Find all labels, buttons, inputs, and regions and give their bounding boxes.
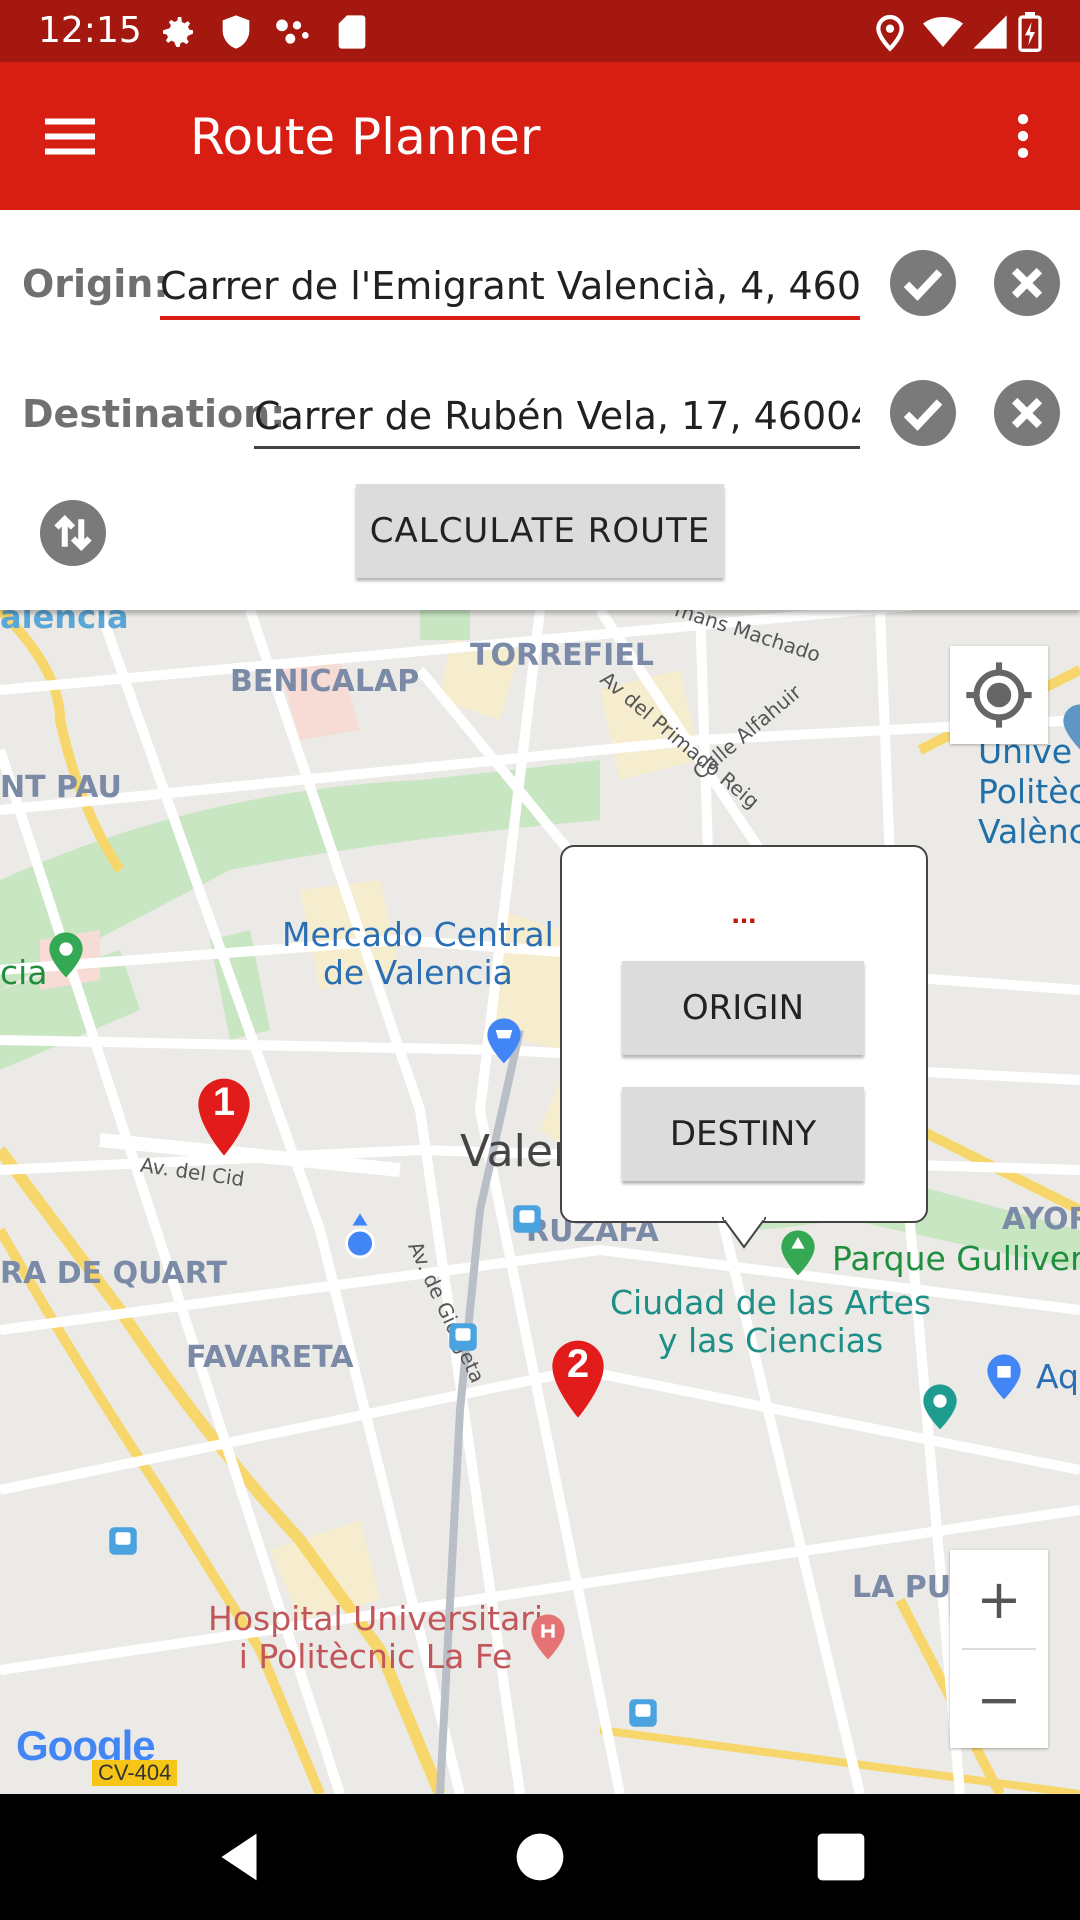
- marker-choice-popup: ... ORIGIN DESTINY: [560, 845, 928, 1223]
- swap-vert-icon: [54, 514, 92, 552]
- wifi-icon: [923, 17, 963, 47]
- park-icon: [49, 932, 83, 978]
- back-icon[interactable]: [204, 1822, 274, 1892]
- route-marker-origin[interactable]: 1: [196, 1074, 252, 1158]
- district-nt-pau: NT PAU: [0, 770, 122, 805]
- train-station-icon: [513, 1205, 541, 1233]
- district-ayor: AYOR: [1002, 1202, 1080, 1237]
- shield-icon: [222, 15, 250, 49]
- zoom-out-button[interactable]: −: [950, 1650, 1048, 1748]
- destination-label: Destination:: [22, 392, 286, 436]
- route-marker-destination[interactable]: 2: [550, 1336, 606, 1420]
- district-favareta: FAVARETA: [186, 1340, 354, 1375]
- hamburger-menu-icon[interactable]: [40, 106, 100, 166]
- zoom-in-button[interactable]: +: [950, 1550, 1048, 1648]
- status-time: 12:15: [38, 10, 142, 51]
- map-label-left-edge: cia: [0, 953, 48, 992]
- poi-mercado-central[interactable]: Mercado Central de Valencia: [282, 916, 554, 992]
- close-icon: [1011, 397, 1043, 429]
- train-station-icon: [449, 1323, 477, 1351]
- more-vert-icon[interactable]: [996, 106, 1050, 166]
- university-icon: [1063, 704, 1080, 750]
- poi-aq[interactable]: Aq: [1036, 1358, 1079, 1396]
- origin-label: Origin:: [22, 262, 169, 306]
- popup-pointer: [722, 1217, 766, 1249]
- origin-confirm-button[interactable]: [890, 250, 956, 316]
- assistant-icon: [276, 19, 309, 44]
- recents-icon[interactable]: [806, 1822, 876, 1892]
- destination-clear-button[interactable]: [994, 380, 1060, 446]
- destination-confirm-button[interactable]: [890, 380, 956, 446]
- district-ra-de-quart: RA DE QUART: [0, 1256, 227, 1291]
- poi-ciudad-artes[interactable]: Ciudad de las Artes y las Ciencias: [610, 1284, 931, 1360]
- current-location-icon: [345, 1213, 375, 1259]
- location-icon: [876, 15, 904, 52]
- train-station-icon: [629, 1699, 657, 1727]
- origin-input[interactable]: Carrer de l'Emigrant Valencià, 4, 46018 …: [160, 264, 860, 308]
- app-bar: Route Planner: [0, 62, 1080, 210]
- poi-ciudad-line2: y las Ciencias: [657, 1321, 884, 1360]
- poi-ciudad-line1: Ciudad de las Artes: [610, 1283, 932, 1322]
- my-location-icon: [966, 662, 1032, 728]
- poi-hospital-line1: Hospital Universitari: [208, 1599, 544, 1638]
- close-icon: [1011, 267, 1043, 299]
- system-nav-bar: [0, 1794, 1080, 1920]
- park-tree-icon: [781, 1230, 815, 1276]
- route-form-panel: Origin: Carrer de l'Emigrant Valencià, 4…: [0, 210, 1080, 610]
- settings-icon: [163, 17, 193, 47]
- poi-hospital-line2: i Politècnic La Fe: [238, 1637, 513, 1676]
- origin-clear-button[interactable]: [994, 250, 1060, 316]
- destination-input-underline: [254, 446, 860, 449]
- district-torrefiel: TORREFIEL: [470, 638, 654, 673]
- home-icon[interactable]: [505, 1822, 575, 1892]
- status-bar: 12:15: [0, 0, 1080, 62]
- battery-icon: [1018, 12, 1042, 52]
- train-station-icon: [109, 1527, 137, 1555]
- my-location-button[interactable]: [950, 646, 1048, 744]
- zoom-controls: + −: [950, 1550, 1048, 1748]
- set-destiny-button[interactable]: DESTINY: [622, 1087, 864, 1181]
- marker-number: 1: [212, 1080, 236, 1124]
- signal-icon: [973, 15, 1007, 49]
- district-benicalap: BENICALAP: [230, 664, 420, 699]
- poi-parque-gulliver[interactable]: Parque Gulliver: [832, 1240, 1080, 1278]
- calculate-route-button[interactable]: CALCULATE ROUTE: [356, 484, 724, 578]
- shopping-cart-icon: [487, 1018, 521, 1064]
- app-title: Route Planner: [190, 108, 541, 166]
- check-icon: [903, 399, 943, 431]
- hospital-icon: [531, 1614, 565, 1660]
- poi-univ-line3: Valènc: [978, 812, 1080, 851]
- poi-mercado-line1: Mercado Central: [282, 915, 554, 954]
- road-badge: CV-404: [92, 1760, 178, 1786]
- map-label-top-edge: alencia: [0, 610, 129, 636]
- theater-icon: [923, 1384, 957, 1430]
- popup-title: ...: [731, 897, 757, 930]
- shopping-bag-icon: [987, 1354, 1021, 1400]
- poi-hospital-la-fe[interactable]: Hospital Universitari i Politècnic La Fe: [208, 1600, 543, 1676]
- check-icon: [903, 269, 943, 301]
- poi-univ-line2: Politèc: [978, 772, 1080, 811]
- poi-mercado-line2: de Valencia: [322, 953, 513, 992]
- destination-input[interactable]: Carrer de Rubén Vela, 17, 46004 Valencia: [254, 394, 860, 438]
- origin-input-underline: [160, 316, 860, 320]
- marker-number: 2: [566, 1342, 590, 1386]
- sd-card-icon: [338, 15, 366, 49]
- set-origin-button[interactable]: ORIGIN: [622, 961, 864, 1055]
- swap-route-button[interactable]: [40, 500, 106, 566]
